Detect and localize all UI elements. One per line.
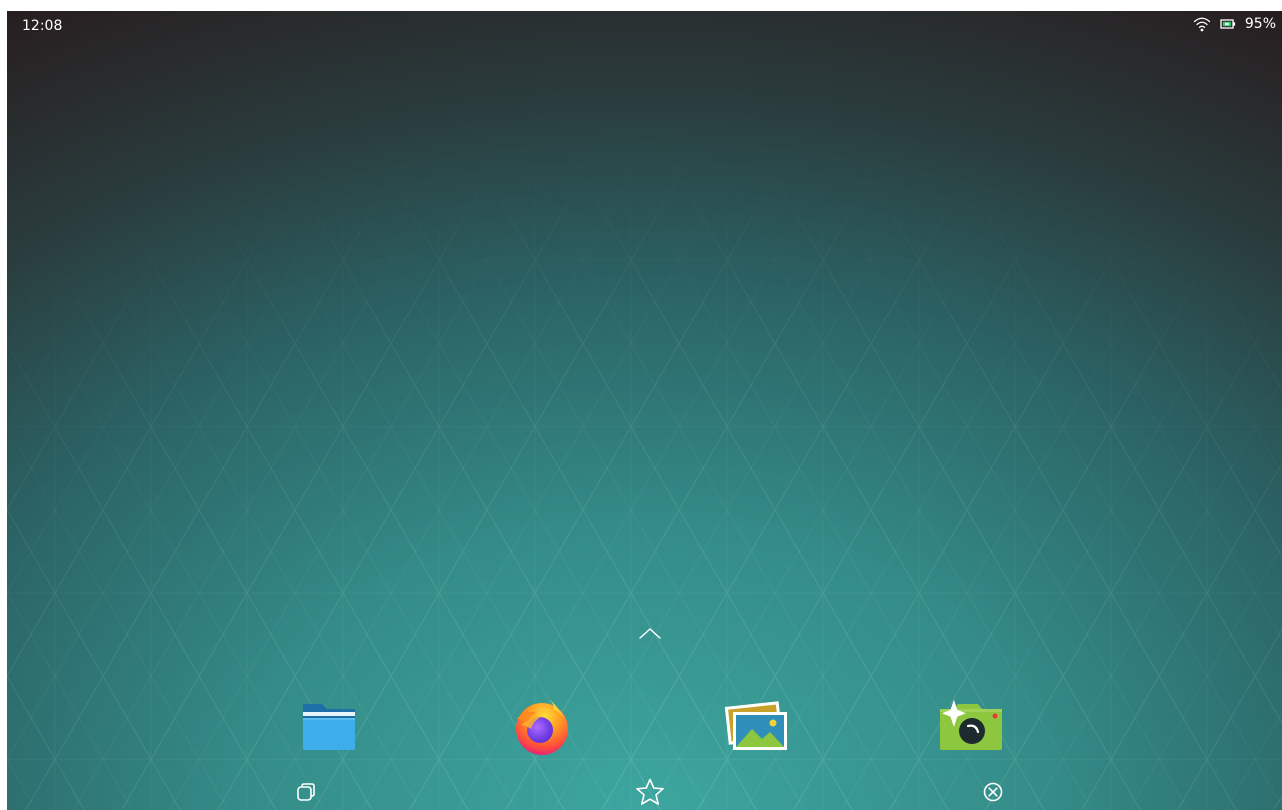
dock-app-files[interactable] bbox=[295, 692, 363, 760]
battery-icon[interactable] bbox=[1220, 18, 1236, 30]
gallery-icon bbox=[724, 701, 787, 750]
folder-icon bbox=[303, 704, 355, 750]
home-screen: 12:08 95% bbox=[7, 11, 1282, 810]
dock-app-camera[interactable] bbox=[937, 692, 1005, 760]
task-switcher-button[interactable] bbox=[290, 777, 322, 807]
status-bar: 12:08 95% bbox=[7, 11, 1282, 43]
battery-percentage: 95% bbox=[1244, 16, 1276, 32]
camera-icon bbox=[940, 699, 1002, 750]
clock: 12:08 bbox=[22, 18, 63, 34]
close-app-button[interactable] bbox=[977, 777, 1009, 807]
star-icon bbox=[636, 778, 664, 805]
overview-icon bbox=[297, 783, 315, 801]
close-circle-icon bbox=[983, 782, 1003, 802]
home-button[interactable] bbox=[634, 777, 666, 807]
app-drawer-handle[interactable] bbox=[637, 623, 663, 643]
firefox-icon bbox=[516, 699, 568, 755]
dock-app-gallery[interactable] bbox=[723, 692, 791, 760]
chevron-up-icon bbox=[639, 628, 661, 639]
wifi-icon[interactable] bbox=[1193, 16, 1211, 32]
wallpaper-pattern bbox=[7, 11, 1282, 810]
dock-app-firefox[interactable] bbox=[508, 692, 576, 760]
status-indicators: 95% bbox=[1193, 16, 1276, 32]
